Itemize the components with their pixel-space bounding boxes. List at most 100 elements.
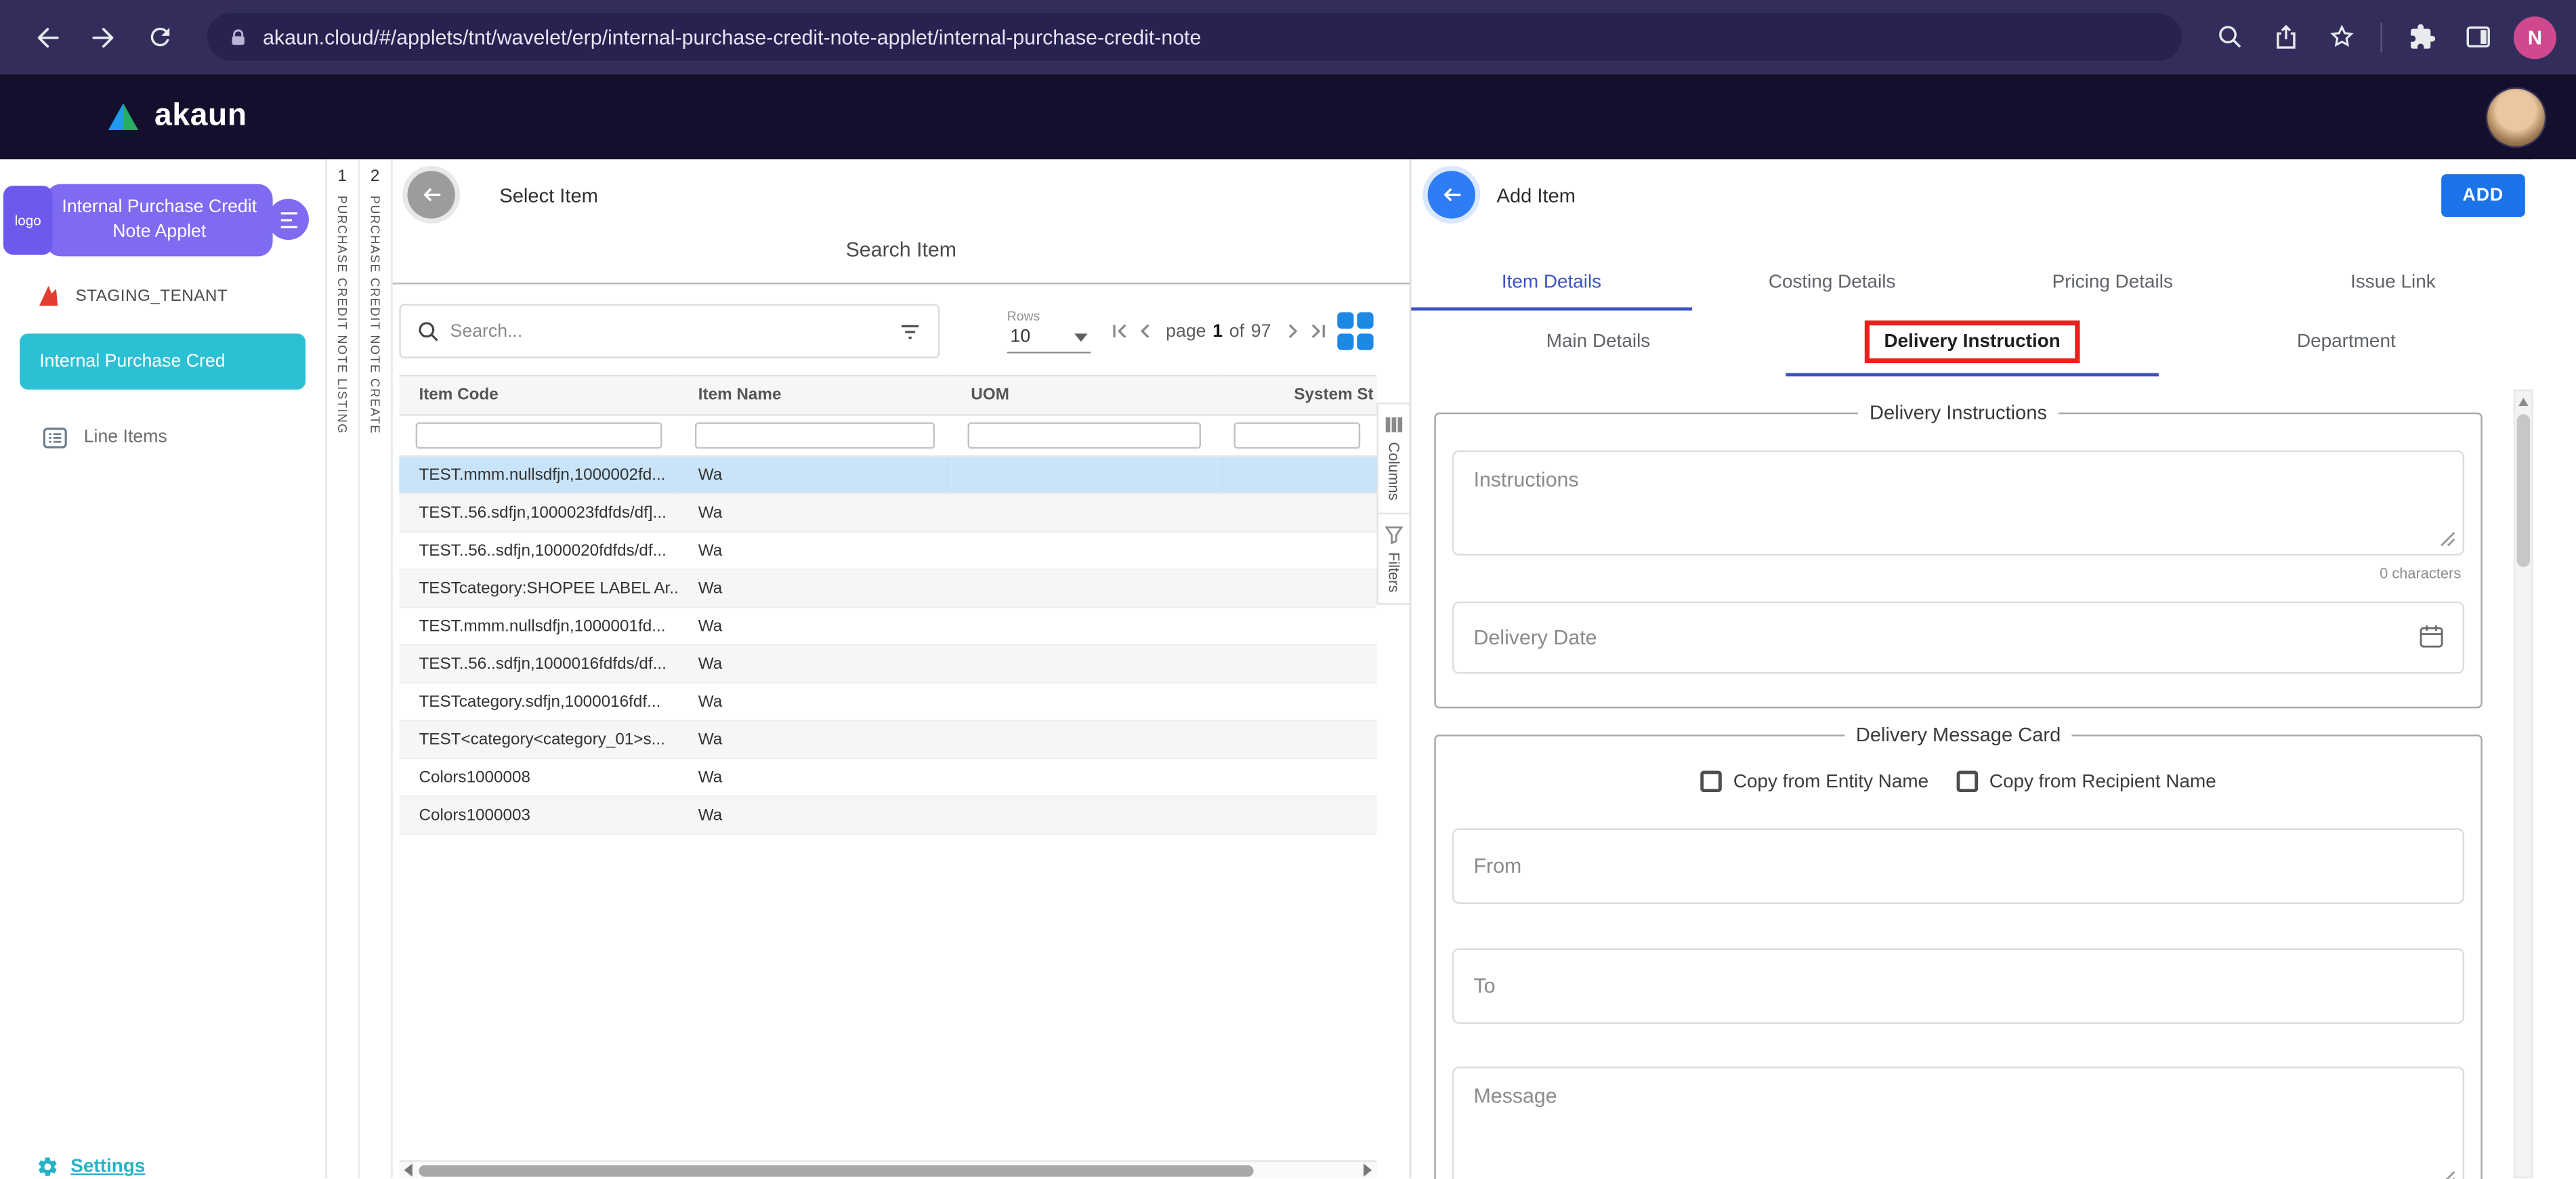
divider xyxy=(393,283,1410,284)
first-page-button[interactable] xyxy=(1103,317,1131,345)
checkbox-entity-name[interactable] xyxy=(1700,771,1722,793)
filter-input-system-status[interactable] xyxy=(1233,422,1360,449)
filter-list-icon[interactable] xyxy=(899,320,922,343)
scroll-up-icon[interactable] xyxy=(2518,398,2529,406)
vertical-scrollbar[interactable] xyxy=(2514,390,2533,1179)
to-input[interactable] xyxy=(1452,948,2464,1024)
subtab-delivery-instruction[interactable]: Delivery Instruction xyxy=(1786,310,2159,376)
sidebar-item-settings[interactable]: Settings xyxy=(36,1156,145,1179)
horizontal-scrollbar[interactable] xyxy=(399,1161,1376,1179)
magnifier-icon xyxy=(417,320,439,342)
resize-handle-icon[interactable] xyxy=(2440,1170,2456,1179)
instructions-textarea[interactable] xyxy=(1452,451,2464,556)
search-box xyxy=(399,304,939,358)
table-row[interactable]: Colors1000003 Wa xyxy=(399,797,1376,835)
column-header-uom[interactable]: UOM xyxy=(951,375,1217,416)
filter-input-item-name[interactable] xyxy=(695,422,935,449)
tenant-name: STAGING_TENANT xyxy=(76,287,228,306)
checkbox-recipient-label: Copy from Recipient Name xyxy=(1989,772,2216,791)
scroll-left-icon[interactable] xyxy=(404,1164,413,1177)
message-textarea[interactable] xyxy=(1452,1067,2464,1179)
section-subtitle: Search Item xyxy=(393,239,1410,262)
browser-profile-avatar[interactable]: N xyxy=(2514,16,2556,58)
column-header-item-name[interactable]: Item Name xyxy=(679,375,952,416)
resize-handle-icon[interactable] xyxy=(2440,531,2456,547)
address-bar[interactable]: akaun.cloud/#/applets/tnt/wavelet/erp/in… xyxy=(207,13,2182,60)
app-header: akaun xyxy=(0,74,2576,159)
forward-icon[interactable] xyxy=(81,14,127,60)
rows-value: 10 xyxy=(1011,327,1031,347)
tab-costing-details[interactable]: Costing Details xyxy=(1692,258,1972,311)
columns-label: Columns xyxy=(1386,442,1402,500)
search-icon[interactable] xyxy=(2206,14,2252,60)
cell-item-name: Wa xyxy=(679,797,952,835)
cell-item-name: Wa xyxy=(679,684,952,722)
cell-item-code: Colors1000008 xyxy=(399,760,678,798)
table-row[interactable]: TESTcategory:SHOPEE LABEL Ar... Wa xyxy=(399,571,1376,608)
calendar-icon[interactable] xyxy=(2418,623,2445,649)
table-row[interactable]: TEST..56..sdfjn,1000016fdfds/df... Wa xyxy=(399,646,1376,684)
column-header-system-status[interactable]: System St xyxy=(1217,375,1376,416)
toolbar-divider xyxy=(2380,22,2382,52)
step-1-listing[interactable]: 1 PURCHASE CREDIT NOTE LISTING xyxy=(327,159,359,1179)
subtab-main-details[interactable]: Main Details xyxy=(1411,310,1785,376)
table-row[interactable]: TEST..56.sdfjn,1000023fdfds/df]... Wa xyxy=(399,495,1376,533)
vertical-scrollbar-thumb[interactable] xyxy=(2517,414,2530,567)
table-row[interactable]: TEST<category<category_01>s... Wa xyxy=(399,722,1376,760)
rows-per-page-select[interactable]: Rows 10 xyxy=(1007,309,1091,353)
lock-icon xyxy=(228,26,248,49)
filter-input-uom[interactable] xyxy=(968,422,1201,449)
prev-page-button[interactable] xyxy=(1131,317,1159,345)
collapse-menu-icon[interactable] xyxy=(268,199,309,241)
wizard-stepper: 1 PURCHASE CREDIT NOTE LISTING 2 PURCHAS… xyxy=(327,159,393,1179)
step-2-create[interactable]: 2 PURCHASE CREDIT NOTE CREATE xyxy=(359,159,391,1179)
column-header-item-code[interactable]: Item Code xyxy=(399,375,678,416)
from-input[interactable] xyxy=(1452,828,2464,904)
pagination: page 1 of 97 xyxy=(1103,317,1334,345)
tenant-row[interactable]: STAGING_TENANT xyxy=(36,284,325,308)
last-page-button[interactable] xyxy=(1305,317,1333,345)
cell-item-name: Wa xyxy=(679,457,952,495)
table-row[interactable]: TEST.mmm.nullsdfjn,1000001fd... Wa xyxy=(399,608,1376,646)
columns-side-tab[interactable]: Columns xyxy=(1376,402,1410,514)
delivery-date-input[interactable] xyxy=(1452,602,2464,674)
sidebar-item-line-items[interactable]: Line Items xyxy=(43,425,325,449)
back-button-add-item[interactable] xyxy=(1428,171,1475,218)
subtab-department[interactable]: Department xyxy=(2159,310,2533,376)
side-panel-icon[interactable] xyxy=(2455,14,2501,60)
tab-item-details[interactable]: Item Details xyxy=(1411,258,1691,311)
next-page-button[interactable] xyxy=(1278,317,1305,345)
copy-from-entity-option[interactable]: Copy from Entity Name xyxy=(1700,771,1928,793)
search-input[interactable] xyxy=(450,321,887,341)
bookmark-star-icon[interactable] xyxy=(2318,14,2364,60)
extensions-puzzle-icon[interactable] xyxy=(2399,14,2445,60)
list-icon xyxy=(43,425,67,449)
table-row[interactable]: Colors1000008 Wa xyxy=(399,760,1376,798)
table-row[interactable]: TESTcategory.sdfjn,1000016fdf... Wa xyxy=(399,684,1376,722)
scroll-right-icon[interactable] xyxy=(1364,1164,1372,1177)
filter-input-item-code[interactable] xyxy=(416,422,662,449)
back-button[interactable] xyxy=(407,171,455,218)
character-count: 0 characters xyxy=(1452,565,2461,581)
page-label: page xyxy=(1166,321,1206,341)
grid-view-icon-button[interactable] xyxy=(1334,309,1377,353)
reload-icon[interactable] xyxy=(136,14,182,60)
applet-title-button[interactable]: Internal Purchase Credit Note Applet xyxy=(46,184,273,256)
rows-label: Rows xyxy=(1007,309,1091,324)
user-profile-avatar[interactable] xyxy=(2486,86,2547,147)
add-button[interactable]: ADD xyxy=(2441,173,2525,216)
table-row[interactable]: TEST..56..sdfjn,1000020fdfds/df... Wa xyxy=(399,533,1376,571)
horizontal-scrollbar-thumb[interactable] xyxy=(419,1165,1253,1176)
back-icon[interactable] xyxy=(24,14,70,60)
sidebar: logo Internal Purchase Credit Note Apple… xyxy=(0,159,327,1179)
filters-side-tab[interactable]: Filters xyxy=(1376,514,1410,605)
sidebar-item-internal-purchase-credit[interactable]: Internal Purchase Cred xyxy=(20,333,305,389)
checkbox-recipient-name[interactable] xyxy=(1956,771,1978,793)
share-icon[interactable] xyxy=(2262,14,2308,60)
copy-from-recipient-option[interactable]: Copy from Recipient Name xyxy=(1956,771,2216,793)
akaun-logo[interactable]: akaun xyxy=(105,99,247,135)
tab-pricing-details[interactable]: Pricing Details xyxy=(1972,258,2253,311)
table-row[interactable]: TEST.mmm.nullsdfjn,1000002fd... Wa xyxy=(399,457,1376,495)
tab-issue-link[interactable]: Issue Link xyxy=(2253,258,2533,311)
cell-item-name: Wa xyxy=(679,495,952,533)
